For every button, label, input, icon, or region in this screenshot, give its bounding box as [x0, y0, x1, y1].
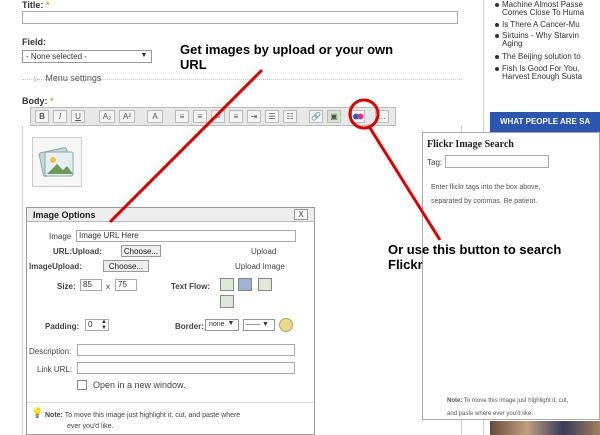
annotation-arrow-line — [368, 127, 442, 241]
annotation-circle — [348, 98, 380, 130]
annotation-upload-caption: Get images by upload or your own URL — [180, 42, 394, 72]
annotation-arrow-line — [108, 68, 264, 224]
annotation-flickr-caption: Or use this button to search Flickr — [388, 242, 562, 272]
